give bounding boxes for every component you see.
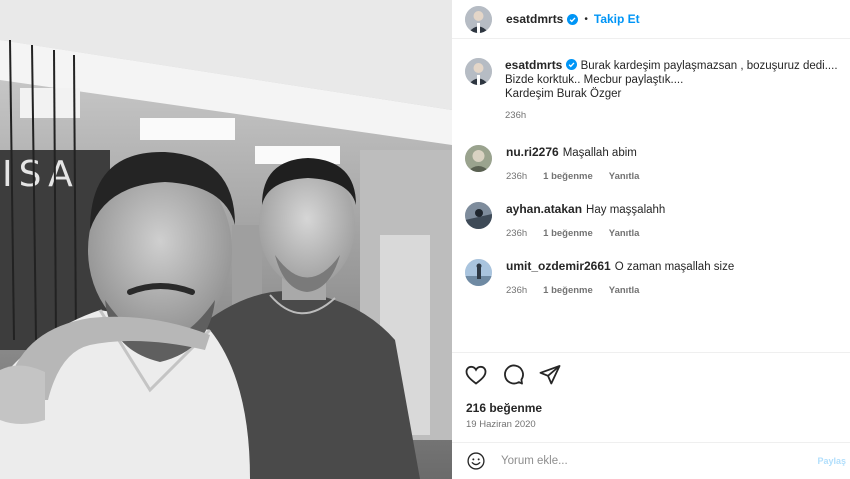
heart-icon[interactable]	[464, 363, 488, 387]
post-date: 19 Haziran 2020	[466, 419, 536, 430]
emoji-icon[interactable]	[466, 451, 486, 471]
post-details-panel: esatdmrts • Takip Et esatdmrts Burak kar…	[452, 0, 850, 479]
comment-item: umit_ozdemir2661 O zaman maşallah size 23…	[465, 259, 845, 296]
actions-divider	[452, 352, 850, 353]
share-icon[interactable]	[538, 363, 562, 387]
author-username[interactable]: esatdmrts	[506, 12, 563, 26]
likes-count[interactable]: 216 beğenme	[466, 401, 542, 415]
author-avatar[interactable]	[465, 5, 492, 33]
caption-avatar[interactable]	[465, 58, 492, 85]
commenter-avatar[interactable]	[465, 259, 492, 286]
verified-badge-icon	[567, 13, 579, 25]
post-comment-button[interactable]: Paylaş	[817, 456, 846, 466]
caption-line-1: Burak kardeşim paylaşmazsan , bozuşuruz …	[580, 60, 838, 72]
comment-text: O zaman maşallah size	[614, 261, 735, 273]
post-header: esatdmrts • Takip Et	[452, 0, 850, 38]
caption-timestamp: 236h	[505, 110, 527, 121]
comment-username[interactable]: nu.ri2276	[506, 145, 559, 159]
separator-dot: •	[584, 13, 588, 25]
comment-input[interactable]	[501, 455, 801, 467]
photo-illustration: ISA	[0, 0, 452, 479]
comment-item: nu.ri2276 Maşallah abim 236h 1 beğenme Ya…	[465, 145, 845, 182]
reply-button[interactable]: Yanıtla	[609, 171, 640, 182]
comment-item: ayhan.atakan Hay maşşalahh 236h 1 beğenme…	[465, 202, 845, 239]
caption-username[interactable]: esatdmrts	[505, 58, 562, 72]
post-photo[interactable]: ISA	[0, 0, 452, 479]
comment-likes[interactable]: 1 beğenme	[543, 228, 593, 239]
svg-text:ISA: ISA	[2, 154, 79, 195]
action-bar	[464, 363, 562, 387]
comment-likes[interactable]: 1 beğenme	[543, 171, 593, 182]
comment-text: Maşallah abim	[562, 147, 637, 159]
caption-line-2: Bizde korktuk.. Mecbur paylaştık....	[505, 74, 684, 86]
comment-icon[interactable]	[501, 363, 525, 387]
caption-text: esatdmrts Burak kardeşim paylaşmazsan , …	[505, 58, 840, 101]
reply-button[interactable]: Yanıtla	[609, 228, 640, 239]
verified-badge-icon	[566, 59, 578, 70]
reply-button[interactable]: Yanıtla	[609, 285, 640, 296]
header-divider	[452, 38, 850, 39]
follow-button[interactable]: Takip Et	[594, 12, 640, 26]
comment-username[interactable]: ayhan.atakan	[506, 202, 582, 216]
comment-timestamp: 236h	[506, 228, 528, 239]
commenter-avatar[interactable]	[465, 145, 492, 172]
caption-line-3: Kardeşim Burak Özger	[505, 88, 622, 100]
comment-text: Hay maşşalahh	[586, 204, 666, 216]
comment-username[interactable]: umit_ozdemir2661	[506, 259, 611, 273]
comment-likes[interactable]: 1 beğenme	[543, 285, 593, 296]
commenter-avatar[interactable]	[465, 202, 492, 229]
comment-timestamp: 236h	[506, 285, 528, 296]
comment-composer: Paylaş	[452, 443, 850, 479]
post-caption: esatdmrts Burak kardeşim paylaşmazsan , …	[465, 58, 845, 121]
comment-timestamp: 236h	[506, 171, 528, 182]
